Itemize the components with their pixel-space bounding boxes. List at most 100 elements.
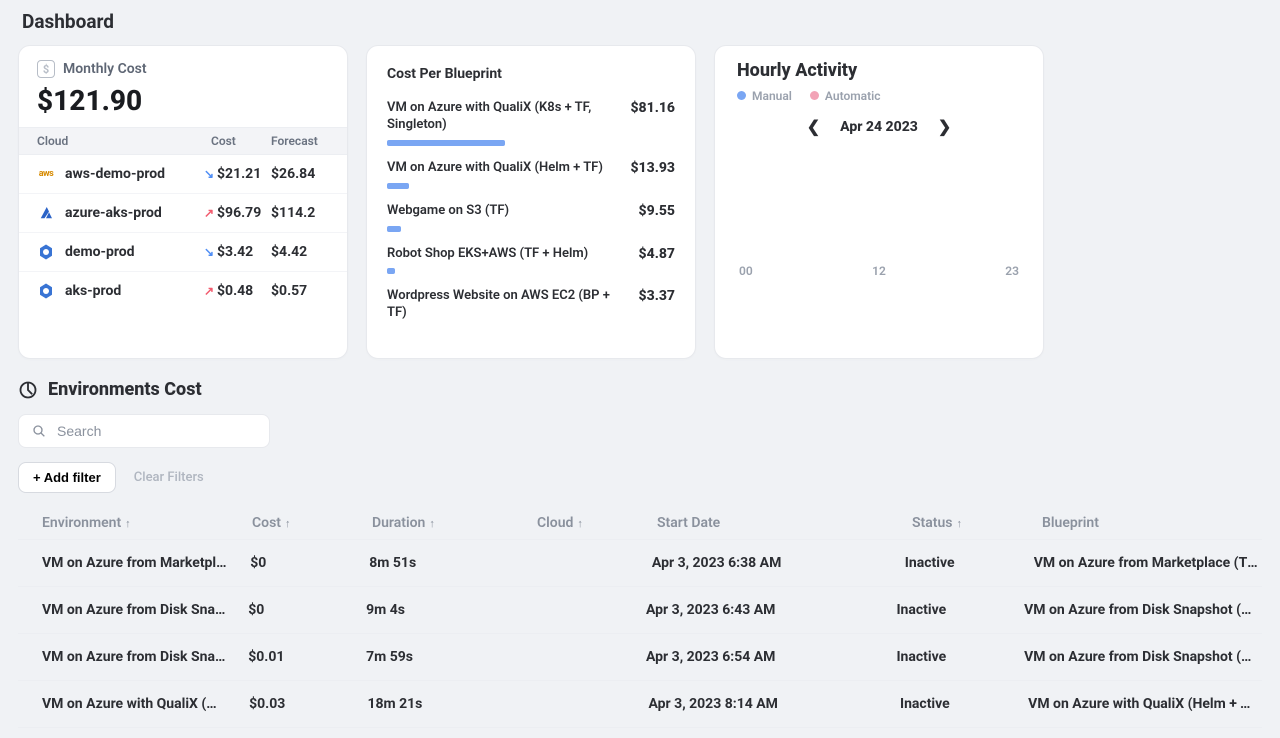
blueprint-name: VM on Azure with QualiX (K8s + TF, Singl… [387,100,610,134]
search-box[interactable] [18,414,270,448]
search-input[interactable] [57,423,257,439]
cloud-cost: $3.42 [217,244,271,260]
env-cloud [528,602,646,618]
axis-left: 00 [739,264,753,278]
blueprint-name: Wordpress Website on AWS EC2 (BP + TF) [387,288,619,322]
hourly-chart [737,148,1021,258]
env-blueprint: VM on Azure from Marketplace (TF) [1034,555,1258,571]
blueprint-name: Robot Shop EKS+AWS (TF + Helm) [387,246,619,263]
trend-down-icon: ↘ [201,245,217,259]
col-cloud[interactable]: Cloud↑ [537,515,657,531]
col-blueprint[interactable]: Blueprint [1042,515,1258,531]
cloud-cost: $21.21 [217,166,271,182]
blueprint-card: Cost Per Blueprint VM on Azure with Qual… [366,45,696,359]
aws-icon: aws [37,165,55,183]
env-status: Inactive [900,696,1028,712]
env-status: Inactive [896,649,1024,665]
hourly-axis: 00 12 23 [737,264,1021,278]
blueprint-title: Cost Per Blueprint [387,66,675,82]
cloud-row[interactable]: awsaws-demo-prod ↘ $21.21 $26.84 [19,155,347,194]
blueprint-row[interactable]: Wordpress Website on AWS EC2 (BP + TF) $… [387,288,675,328]
env-row[interactable]: VM on Azure from Marketpl… $0 8m 51s Apr… [18,540,1262,587]
cloud-name: azure-aks-prod [65,205,162,221]
axis-right: 23 [1005,264,1019,278]
monthly-amount: $121.90 [37,84,329,117]
env-start-date: Apr 3, 2023 8:14 AM [649,696,900,712]
add-filter-button[interactable]: + Add filter [18,462,116,493]
col-environment[interactable]: Environment↑ [22,515,252,531]
cloud-row[interactable]: azure-aks-prod ↗ $96.79 $114.2 [19,194,347,233]
blueprint-cost: $9.55 [639,203,675,232]
col-cloud: Cloud [37,134,211,148]
cloud-forecast: $4.42 [271,244,329,260]
env-blueprint: VM on Azure from Disk Snapshot (TF) [1024,602,1258,618]
monthly-label: Monthly Cost [63,61,147,77]
azure-icon [37,204,55,222]
clear-filters-button[interactable]: Clear Filters [134,470,204,485]
cloud-forecast: $26.84 [271,166,329,182]
blueprint-row[interactable]: VM on Azure with QualiX (Helm + TF) $13.… [387,160,675,189]
prev-date-button[interactable]: ❮ [807,117,820,136]
env-cost: $0 [248,602,366,618]
cloud-forecast: $0.57 [271,283,329,299]
env-cost: $0.03 [249,696,367,712]
cloud-row[interactable]: aks-prod ↗ $0.48 $0.57 [19,272,347,310]
env-table-header: Environment↑ Cost↑ Duration↑ Cloud↑ Star… [18,507,1262,540]
col-duration[interactable]: Duration↑ [372,515,537,531]
blueprint-cost: $81.16 [630,100,675,146]
dollar-icon: $ [37,60,55,78]
env-status: Inactive [896,602,1024,618]
col-cost[interactable]: Cost↑ [252,515,372,531]
env-cost: $0 [250,555,369,571]
trend-up-icon: ↗ [201,206,217,220]
env-cloud [528,649,646,665]
monthly-cost-card: $ Monthly Cost $121.90 Cloud Cost Foreca… [18,45,348,359]
env-status: Inactive [905,555,1034,571]
cloud-row[interactable]: demo-prod ↘ $3.42 $4.42 [19,233,347,272]
manual-legend-label: Manual [752,89,792,103]
env-name: VM on Azure from Disk Sna… [22,602,248,618]
cloud-cost: $0.48 [217,283,271,299]
col-start-date[interactable]: Start Date [657,515,912,531]
next-date-button[interactable]: ❯ [938,117,951,136]
k8s-icon [37,282,55,300]
env-name: VM on Azure with QualiX (… [22,696,249,712]
env-section-title: Environments Cost [48,379,202,400]
env-blueprint: VM on Azure with QualiX (Helm + TF) [1028,696,1258,712]
trend-up-icon: ↗ [201,284,217,298]
axis-mid: 12 [872,264,886,278]
blueprint-row[interactable]: Robot Shop EKS+AWS (TF + Helm) $4.87 [387,246,675,275]
col-forecast: Forecast [271,134,329,148]
col-cost: Cost [211,134,271,148]
search-icon [31,423,47,439]
blueprint-cost: $3.37 [639,288,675,328]
cloud-table-header: Cloud Cost Forecast [19,127,347,155]
env-duration: 8m 51s [369,555,533,571]
env-row[interactable]: VM on Azure from Disk Sna… $0 9m 4s Apr … [18,587,1262,634]
manual-legend-dot [737,91,746,100]
env-name: VM on Azure from Marketpl… [22,555,250,571]
env-cloud [533,555,652,571]
blueprint-name: VM on Azure with QualiX (Helm + TF) [387,160,610,177]
cloud-name: demo-prod [65,244,135,260]
hourly-activity-card: Hourly Activity Manual Automatic ❮ Apr 2… [714,45,1044,359]
blueprint-bar [387,183,409,189]
blueprint-bar [387,140,505,146]
env-start-date: Apr 3, 2023 6:43 AM [646,602,896,618]
env-duration: 9m 4s [366,602,528,618]
cloud-forecast: $114.2 [271,205,329,221]
env-cloud [530,696,648,712]
env-section-header: Environments Cost [18,379,1262,400]
date-label: Apr 24 2023 [840,119,918,135]
env-row[interactable]: VM on Azure with QualiX (… $0.03 18m 21s… [18,681,1262,728]
blueprint-cost: $13.93 [630,160,675,189]
col-status[interactable]: Status↑ [912,515,1042,531]
cloud-name: aks-prod [65,283,121,299]
env-row[interactable]: VM on Azure from Disk Sna… $0.01 7m 59s … [18,634,1262,681]
cloud-cost: $96.79 [217,205,271,221]
blueprint-row[interactable]: VM on Azure with QualiX (K8s + TF, Singl… [387,100,675,146]
env-duration: 7m 59s [366,649,528,665]
environments-icon [18,380,38,400]
blueprint-bar [387,226,401,232]
blueprint-row[interactable]: Webgame on S3 (TF) $9.55 [387,203,675,232]
